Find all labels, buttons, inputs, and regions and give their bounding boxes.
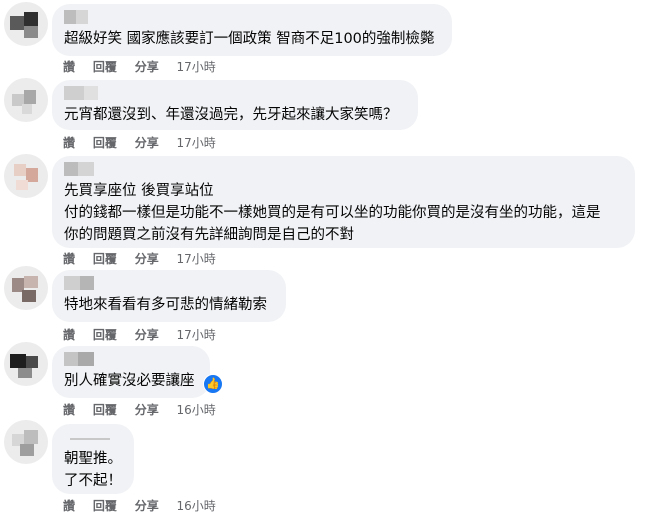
comment-text-line: 先買享座位 後買享站位 — [64, 183, 214, 199]
share-button[interactable]: 分享 — [135, 401, 159, 418]
comment-bubble: 元宵都還沒到、年還沒過完，先牙起來讓大家笑嗎？ — [52, 80, 418, 130]
reply-button[interactable]: 回覆 — [93, 58, 117, 75]
comment-actions: 讚 回覆 分享 17小時 — [63, 58, 216, 74]
comment-text: 別人確實沒必要讓座 — [64, 373, 195, 389]
avatar[interactable] — [4, 2, 48, 46]
comment-actions: 讚 回覆 分享 17小時 — [63, 326, 216, 342]
like-button[interactable]: 讚 — [63, 58, 75, 75]
avatar[interactable] — [4, 342, 48, 386]
avatar[interactable] — [4, 266, 48, 310]
comment-text-line: 你的問題買之前沒有先詳細詢問是自己的不對 — [64, 227, 354, 243]
comment-actions: 讚 回覆 分享 17小時 — [63, 250, 216, 266]
reply-button[interactable]: 回覆 — [93, 401, 117, 418]
comment-bubble: 特地來看看有多可悲的情緒勒索 — [52, 270, 286, 322]
avatar[interactable] — [4, 78, 48, 122]
avatar[interactable] — [4, 154, 48, 198]
like-button[interactable]: 讚 — [63, 497, 75, 514]
like-icon[interactable]: 👍 — [203, 374, 223, 394]
comment-text-line: 了不起！ — [64, 473, 122, 489]
comment-text-line: 付的錢都一樣但是功能不一樣她買的是有可以坐的功能你買的是沒有坐的功能，這是 — [64, 205, 601, 221]
reply-button[interactable]: 回覆 — [93, 497, 117, 514]
share-button[interactable]: 分享 — [135, 497, 159, 514]
comment-text-line: 朝聖推。 — [64, 451, 122, 467]
author-name[interactable] — [64, 276, 274, 290]
avatar[interactable] — [4, 420, 48, 464]
share-button[interactable]: 分享 — [135, 250, 159, 267]
reply-button[interactable]: 回覆 — [93, 134, 117, 151]
reply-button[interactable]: 回覆 — [93, 250, 117, 267]
comment-text: 超級好笑 國家應該要訂一個政策 智商不足100的強制檢斃 — [64, 31, 435, 47]
author-name[interactable] — [64, 352, 198, 366]
like-button[interactable]: 讚 — [63, 250, 75, 267]
author-name[interactable] — [64, 430, 122, 444]
comment-actions: 讚 回覆 分享 16小時 — [63, 401, 216, 417]
comment-bubble: 先買享座位 後買享站位 付的錢都一樣但是功能不一樣她買的是有可以坐的功能你買的是… — [52, 156, 635, 248]
timestamp[interactable]: 17小時 — [177, 250, 216, 267]
comment-text: 特地來看看有多可悲的情緒勒索 — [64, 297, 267, 313]
author-name[interactable] — [64, 86, 406, 100]
timestamp[interactable]: 17小時 — [177, 134, 216, 151]
timestamp[interactable]: 16小時 — [177, 401, 216, 418]
share-button[interactable]: 分享 — [135, 134, 159, 151]
like-button[interactable]: 讚 — [63, 326, 75, 343]
comment-bubble: 超級好笑 國家應該要訂一個政策 智商不足100的強制檢斃 — [52, 4, 452, 56]
like-button[interactable]: 讚 — [63, 134, 75, 151]
comment-text: 元宵都還沒到、年還沒過完，先牙起來讓大家笑嗎？ — [64, 107, 398, 123]
share-button[interactable]: 分享 — [135, 326, 159, 343]
timestamp[interactable]: 17小時 — [177, 58, 216, 75]
comment-actions: 讚 回覆 分享 16小時 — [63, 497, 216, 513]
author-name[interactable] — [64, 10, 440, 24]
reply-button[interactable]: 回覆 — [93, 326, 117, 343]
comment-actions: 讚 回覆 分享 17小時 — [63, 134, 216, 150]
share-button[interactable]: 分享 — [135, 58, 159, 75]
comment-bubble: 別人確實沒必要讓座 — [52, 346, 210, 398]
comment-bubble: 朝聖推。 了不起！ — [52, 424, 134, 494]
like-button[interactable]: 讚 — [63, 401, 75, 418]
author-name[interactable] — [64, 162, 623, 176]
timestamp[interactable]: 16小時 — [177, 497, 216, 514]
timestamp[interactable]: 17小時 — [177, 326, 216, 343]
